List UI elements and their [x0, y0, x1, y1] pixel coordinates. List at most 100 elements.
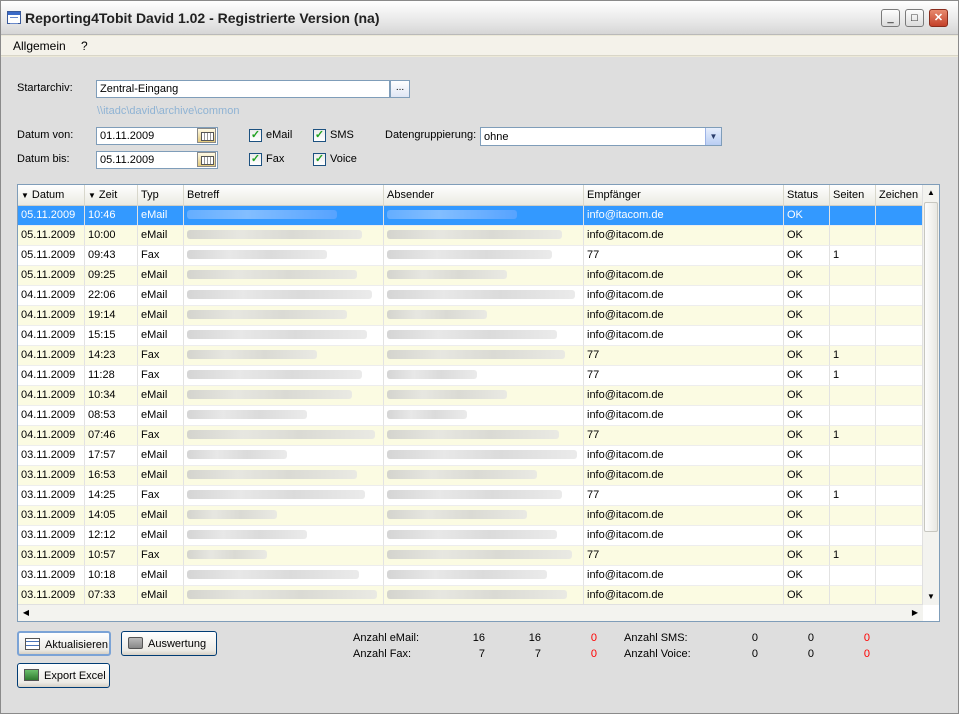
cell-zeichen	[876, 486, 923, 506]
startarchiv-label: Startarchiv:	[17, 82, 73, 94]
cell-empfaenger: info@itacom.de	[584, 466, 784, 486]
voice-checkbox[interactable]: ✓	[313, 153, 326, 166]
table-row[interactable]: 04.11.2009 07:46 Fax 77 OK 1	[18, 426, 923, 446]
cell-typ: eMail	[138, 446, 184, 466]
menu-help[interactable]: ?	[81, 39, 88, 53]
table-row[interactable]: 05.11.2009 09:25 eMail info@itacom.de OK	[18, 266, 923, 286]
aktualisieren-button[interactable]: Aktualisieren	[17, 631, 111, 656]
cell-betreff	[184, 206, 384, 226]
gruppierung-select[interactable]: ohne ▼	[480, 127, 722, 146]
redacted-text	[187, 370, 362, 379]
cell-seiten: 1	[830, 546, 876, 566]
table-row[interactable]: 03.11.2009 16:53 eMail info@itacom.de OK	[18, 466, 923, 486]
cell-seiten	[830, 206, 876, 226]
maximize-button[interactable]: □	[905, 9, 924, 27]
table-row[interactable]: 05.11.2009 10:46 eMail info@itacom.de OK	[18, 206, 923, 226]
table-row[interactable]: 03.11.2009 10:18 eMail info@itacom.de OK	[18, 566, 923, 586]
redacted-text	[387, 450, 577, 459]
table-row[interactable]: 04.11.2009 11:28 Fax 77 OK 1	[18, 366, 923, 386]
stat-sms-c: 0	[863, 632, 870, 644]
redacted-text	[187, 390, 352, 399]
scroll-down-icon[interactable]: ▼	[923, 589, 939, 605]
column-header-datum[interactable]: ▼ Datum	[18, 185, 85, 206]
auswertung-button[interactable]: Auswertung	[121, 631, 217, 656]
export-excel-button[interactable]: Export Excel	[17, 663, 110, 688]
cell-betreff	[184, 426, 384, 446]
cell-empfaenger: info@itacom.de	[584, 406, 784, 426]
cell-zeichen	[876, 506, 923, 526]
chevron-down-icon[interactable]: ▼	[705, 128, 721, 145]
cell-zeit: 11:28	[85, 366, 138, 386]
sms-checkbox[interactable]: ✓	[313, 129, 326, 142]
table-row[interactable]: 04.11.2009 15:15 eMail info@itacom.de OK	[18, 326, 923, 346]
column-header-betreff[interactable]: Betreff	[184, 185, 384, 206]
table-row[interactable]: 03.11.2009 12:12 eMail info@itacom.de OK	[18, 526, 923, 546]
vertical-scrollbar[interactable]: ▲ ▼	[922, 185, 939, 605]
fax-checkbox[interactable]: ✓	[249, 153, 262, 166]
table-row[interactable]: 03.11.2009 14:05 eMail info@itacom.de OK	[18, 506, 923, 526]
cell-status: OK	[784, 306, 830, 326]
table-row[interactable]: 03.11.2009 10:57 Fax 77 OK 1	[18, 546, 923, 566]
startarchiv-field[interactable]: Zentral-Eingang	[96, 80, 390, 98]
redacted-text	[387, 570, 547, 579]
redacted-text	[187, 410, 307, 419]
printer-icon	[128, 637, 143, 649]
scroll-right-icon[interactable]: ▶	[907, 605, 923, 621]
minimize-button[interactable]: _	[881, 9, 900, 27]
calendar-icon[interactable]	[197, 128, 216, 143]
scroll-up-icon[interactable]: ▲	[923, 185, 939, 201]
stat-fax-c: 0	[590, 648, 597, 660]
scroll-left-icon[interactable]: ◀	[18, 605, 34, 621]
column-header-zeit[interactable]: ▼ Zeit	[85, 185, 138, 206]
horizontal-scrollbar[interactable]: ◀ ▶	[18, 604, 923, 621]
redacted-text	[387, 510, 527, 519]
table-row[interactable]: 04.11.2009 08:53 eMail info@itacom.de OK	[18, 406, 923, 426]
browse-button[interactable]: ...	[390, 80, 410, 98]
stat-sms-a: 0	[751, 632, 758, 644]
menu-allgemein[interactable]: Allgemein	[13, 39, 66, 53]
app-icon	[7, 11, 21, 24]
cell-empfaenger: info@itacom.de	[584, 326, 784, 346]
cell-absender	[384, 486, 584, 506]
cell-datum: 04.11.2009	[18, 346, 85, 366]
column-header-status[interactable]: Status	[784, 185, 830, 206]
cell-betreff	[184, 386, 384, 406]
email-checkbox[interactable]: ✓	[249, 129, 262, 142]
redacted-text	[387, 590, 567, 599]
cell-absender	[384, 406, 584, 426]
cell-betreff	[184, 306, 384, 326]
column-header-absender[interactable]: Absender	[384, 185, 584, 206]
table-row[interactable]: 03.11.2009 07:33 eMail info@itacom.de OK	[18, 586, 923, 606]
column-header-zeichen[interactable]: Zeichen	[876, 185, 923, 206]
redacted-text	[387, 330, 557, 339]
cell-zeichen	[876, 566, 923, 586]
column-header-empfaenger[interactable]: Empfänger	[584, 185, 784, 206]
cell-zeit: 19:14	[85, 306, 138, 326]
table-row[interactable]: 04.11.2009 14:23 Fax 77 OK 1	[18, 346, 923, 366]
cell-datum: 03.11.2009	[18, 506, 85, 526]
table-row[interactable]: 04.11.2009 22:06 eMail info@itacom.de OK	[18, 286, 923, 306]
stat-email-label: Anzahl eMail:	[353, 632, 420, 644]
fax-checkbox-label: Fax	[266, 153, 285, 165]
cell-zeichen	[876, 266, 923, 286]
table-row[interactable]: 05.11.2009 09:43 Fax 77 OK 1	[18, 246, 923, 266]
title-bar[interactable]: Reporting4Tobit David 1.02 - Registriert…	[1, 1, 958, 35]
column-header-seiten[interactable]: Seiten	[830, 185, 876, 206]
cell-seiten	[830, 286, 876, 306]
table-row[interactable]: 04.11.2009 10:34 eMail info@itacom.de OK	[18, 386, 923, 406]
calendar-icon[interactable]	[197, 152, 216, 167]
cell-empfaenger: 77	[584, 366, 784, 386]
column-header-typ[interactable]: Typ	[138, 185, 184, 206]
redacted-text	[387, 410, 467, 419]
scroll-thumb[interactable]	[924, 202, 938, 532]
cell-zeit: 17:57	[85, 446, 138, 466]
cell-typ: Fax	[138, 486, 184, 506]
table-row[interactable]: 05.11.2009 10:00 eMail info@itacom.de OK	[18, 226, 923, 246]
table-row[interactable]: 03.11.2009 17:57 eMail info@itacom.de OK	[18, 446, 923, 466]
table-row[interactable]: 03.11.2009 14:25 Fax 77 OK 1	[18, 486, 923, 506]
cell-typ: Fax	[138, 246, 184, 266]
table-row[interactable]: 04.11.2009 19:14 eMail info@itacom.de OK	[18, 306, 923, 326]
cell-status: OK	[784, 386, 830, 406]
archive-path: \\itadc\david\archive\common	[97, 105, 240, 117]
close-button[interactable]: ✕	[929, 9, 948, 27]
